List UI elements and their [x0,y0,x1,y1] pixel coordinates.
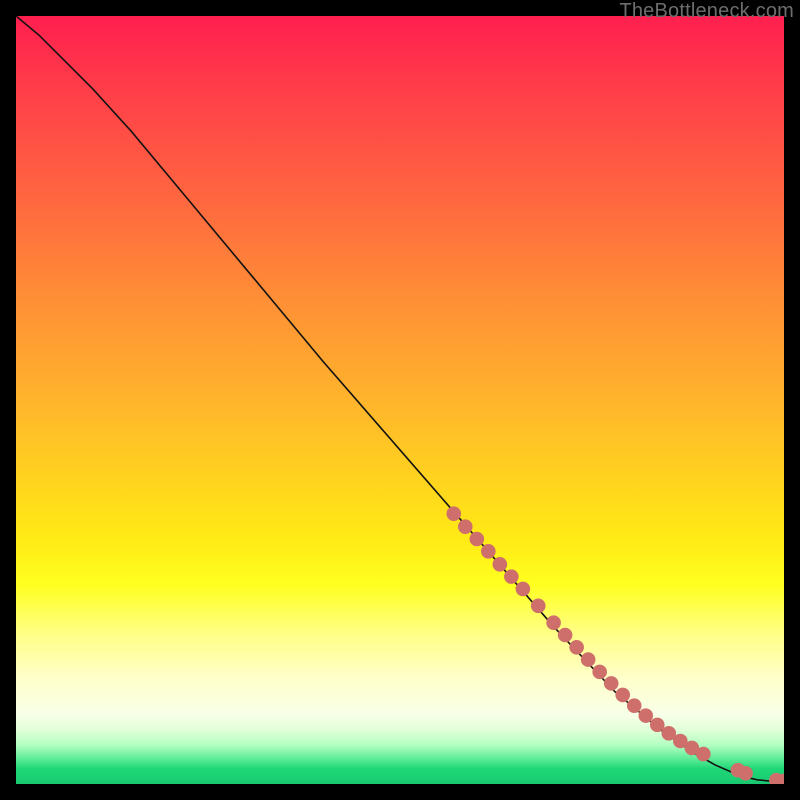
plot-area [16,16,784,784]
curve-markers [446,506,784,784]
chart-frame: TheBottleneck.com [0,0,800,800]
curve-line [16,16,784,781]
chart-svg [16,16,784,784]
watermark-text: TheBottleneck.com [619,0,794,23]
